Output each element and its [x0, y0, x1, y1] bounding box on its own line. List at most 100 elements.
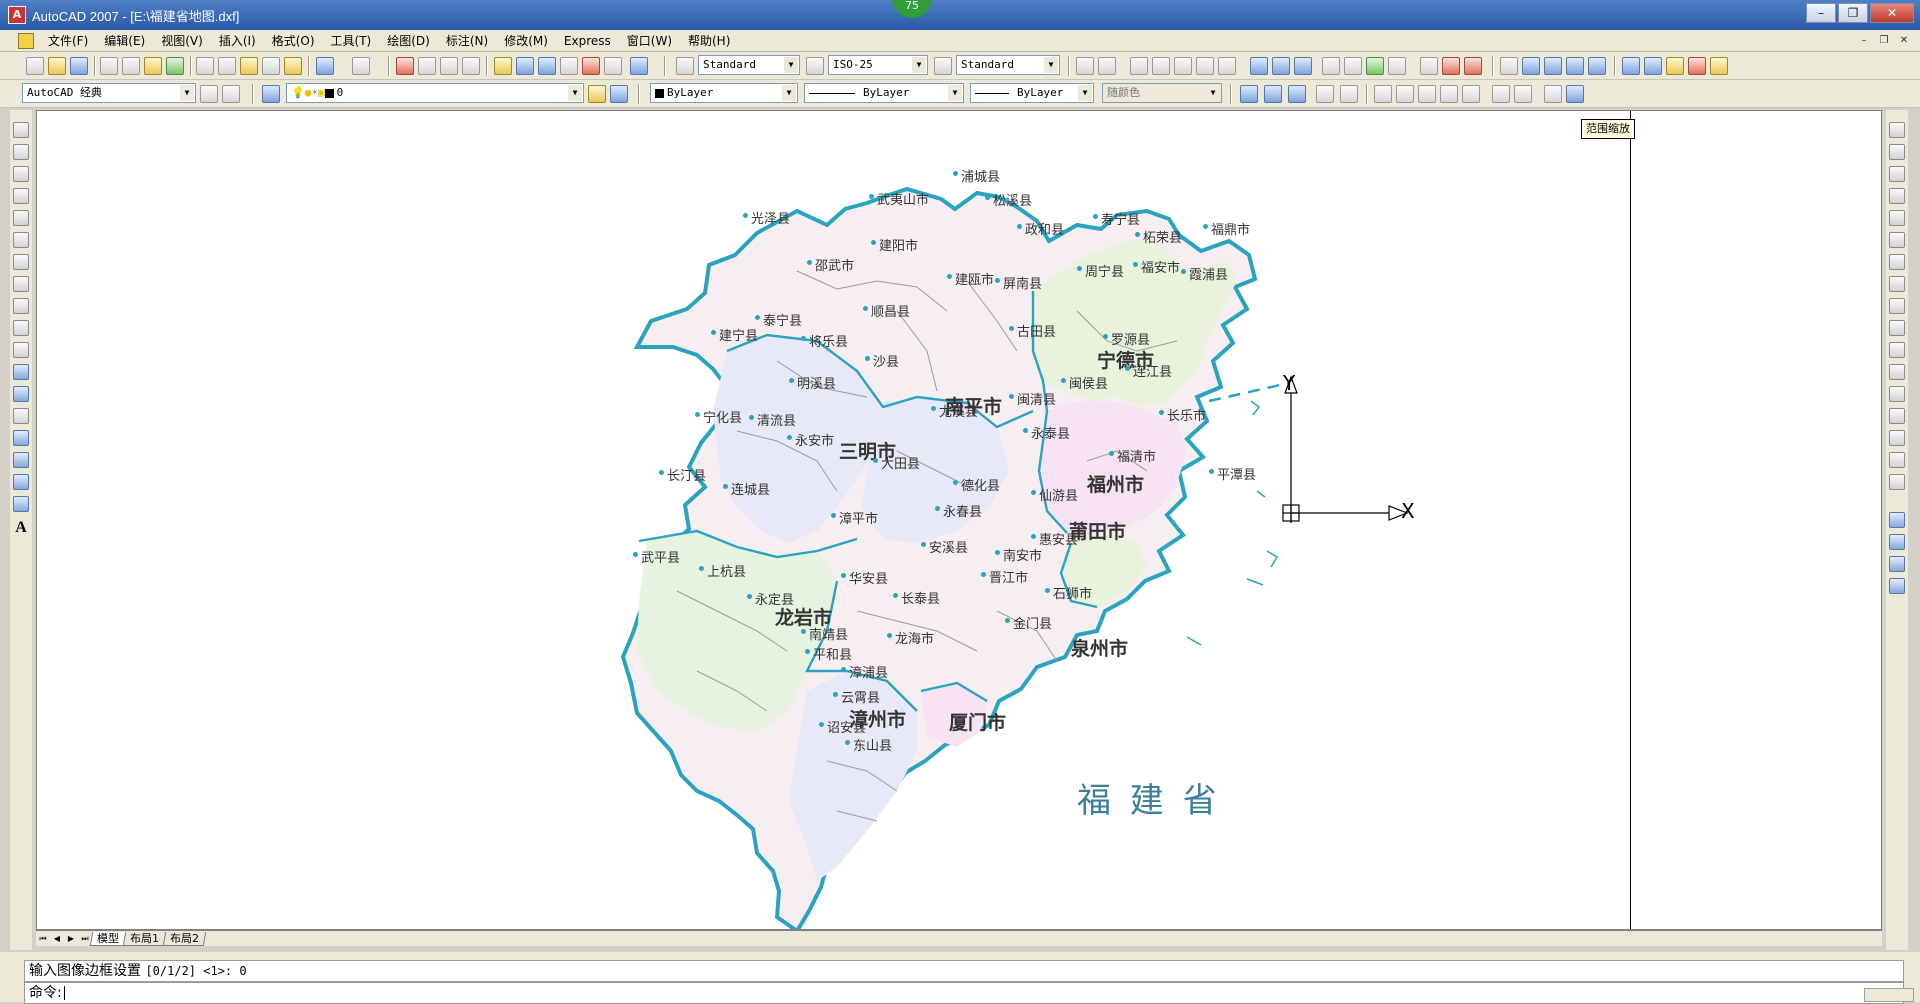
lineweight-select[interactable]: ByLayer ▼: [970, 83, 1094, 103]
point-icon[interactable]: [13, 408, 29, 424]
menu-dimension[interactable]: 标注(N): [438, 30, 496, 52]
scale-icon[interactable]: [1889, 276, 1905, 292]
break-at-point-icon[interactable]: [1889, 364, 1905, 380]
print-preview-icon[interactable]: [122, 57, 140, 75]
make-object-layer-current-icon[interactable]: [588, 85, 606, 103]
linetype-select[interactable]: ByLayer ▼: [804, 83, 964, 103]
construction-line-icon[interactable]: [13, 144, 29, 160]
tab-layout2[interactable]: 布局2: [162, 931, 207, 946]
table-style-select[interactable]: Standard ▼: [956, 55, 1060, 75]
text-style-select[interactable]: Standard ▼: [698, 55, 800, 75]
undo-icon[interactable]: [316, 57, 334, 75]
menu-express[interactable]: Express: [556, 30, 619, 52]
prev-tab-icon[interactable]: ◀: [50, 932, 64, 946]
workspace-select[interactable]: AutoCAD 经典 ▼: [22, 83, 196, 103]
snap-extension-icon[interactable]: [1218, 57, 1236, 75]
make-block-icon[interactable]: [13, 386, 29, 402]
zoom-previous-icon[interactable]: [462, 57, 480, 75]
cut-icon[interactable]: [196, 57, 214, 75]
rectangle-icon[interactable]: [13, 210, 29, 226]
attribute-icon[interactable]: [1710, 57, 1728, 75]
move-icon[interactable]: [1889, 232, 1905, 248]
drawing-canvas[interactable]: 南平市 宁德市 三明市 福州市 莆田市 龙岩市 泉州市 漳州市 厦门市 浦城县 武夷山市 松溪县 光泽…: [36, 110, 1882, 930]
sheet-set-icon[interactable]: [560, 57, 578, 75]
menu-insert[interactable]: 插入(I): [211, 30, 264, 52]
new-icon[interactable]: [26, 57, 44, 75]
trim-icon[interactable]: [1889, 320, 1905, 336]
command-scrollbar[interactable]: [1864, 988, 1914, 1002]
extend-icon[interactable]: [1889, 342, 1905, 358]
chevron-down-icon[interactable]: ▼: [180, 85, 194, 101]
tab-model[interactable]: 模型: [89, 931, 127, 946]
doc-restore-button[interactable]: ❐: [1876, 34, 1892, 48]
table-style-icon[interactable]: [934, 57, 952, 75]
join-icon[interactable]: [1889, 408, 1905, 424]
draw-order-front-icon[interactable]: [1889, 512, 1905, 528]
calculator-icon[interactable]: [604, 57, 622, 75]
layout-icon[interactable]: [1622, 57, 1640, 75]
snap-insert-icon[interactable]: [1366, 57, 1384, 75]
dim-aligned-icon[interactable]: [1098, 57, 1116, 75]
chevron-down-icon[interactable]: ▼: [784, 57, 798, 73]
properties-icon[interactable]: [494, 57, 512, 75]
image-quality-icon[interactable]: [1566, 57, 1584, 75]
draw-order-below-icon[interactable]: [1889, 578, 1905, 594]
arc-icon[interactable]: [13, 232, 29, 248]
redo-icon[interactable]: [352, 57, 370, 75]
chevron-down-icon[interactable]: ▼: [912, 57, 926, 73]
document-icon[interactable]: [18, 32, 34, 49]
chevron-down-icon[interactable]: ▼: [1206, 85, 1220, 101]
chevron-down-icon[interactable]: ▼: [568, 85, 582, 101]
line-icon[interactable]: [13, 122, 29, 138]
table-icon[interactable]: [13, 496, 29, 512]
zoom-window-icon[interactable]: [1374, 85, 1392, 103]
paste-icon[interactable]: [240, 57, 258, 75]
block-editor-icon[interactable]: [284, 57, 302, 75]
menu-file[interactable]: 文件(F): [40, 30, 96, 52]
menu-edit[interactable]: 编辑(E): [96, 30, 153, 52]
menu-modify[interactable]: 修改(M): [496, 30, 556, 52]
dim-style-icon[interactable]: [806, 57, 824, 75]
zoom-object-icon[interactable]: [1462, 85, 1480, 103]
zoom-window-icon[interactable]: [440, 57, 458, 75]
plot-style-select[interactable]: 随颜色 ▼: [1102, 83, 1222, 103]
dim-style-select[interactable]: ISO-25 ▼: [828, 55, 928, 75]
markup-icon[interactable]: [582, 57, 600, 75]
menu-window[interactable]: 窗口(W): [619, 30, 680, 52]
insert-block-icon[interactable]: [13, 364, 29, 380]
wedge-3d-icon[interactable]: [1288, 85, 1306, 103]
workspace-settings-icon[interactable]: [200, 85, 218, 103]
offset-icon[interactable]: [1889, 188, 1905, 204]
snap-center-icon[interactable]: [1250, 57, 1268, 75]
circle-icon[interactable]: [13, 254, 29, 270]
mirror-icon[interactable]: [1889, 166, 1905, 182]
materials-icon[interactable]: [1340, 85, 1358, 103]
menu-draw[interactable]: 绘图(D): [379, 30, 438, 52]
command-input[interactable]: 命令:: [24, 982, 1904, 1004]
ellipse-icon[interactable]: [13, 320, 29, 336]
hatch-icon[interactable]: [13, 430, 29, 446]
notification-badge[interactable]: 75: [892, 0, 932, 18]
save-icon[interactable]: [70, 57, 88, 75]
help-icon[interactable]: [630, 57, 648, 75]
polygon-icon[interactable]: [13, 188, 29, 204]
render-icon[interactable]: [1316, 85, 1334, 103]
match-properties-icon[interactable]: [262, 57, 280, 75]
array-icon[interactable]: [1889, 210, 1905, 226]
draw-order-back-icon[interactable]: [1889, 534, 1905, 550]
menu-format[interactable]: 格式(O): [264, 30, 323, 52]
region-icon[interactable]: [13, 474, 29, 490]
polyline-icon[interactable]: [13, 166, 29, 182]
viewport-icon[interactable]: [1644, 57, 1662, 75]
chevron-down-icon[interactable]: ▼: [948, 85, 962, 101]
revision-cloud-icon[interactable]: [13, 276, 29, 292]
menu-help[interactable]: 帮助(H): [680, 30, 738, 52]
open-icon[interactable]: [48, 57, 66, 75]
snap-endpoint-icon[interactable]: [1130, 57, 1148, 75]
chevron-down-icon[interactable]: ▼: [1078, 85, 1092, 101]
page-setup-icon[interactable]: [1688, 57, 1706, 75]
snap-nearest-icon[interactable]: [1420, 57, 1438, 75]
copy-icon[interactable]: [218, 57, 236, 75]
zoom-in-icon[interactable]: [1492, 85, 1510, 103]
workspace-save-icon[interactable]: [222, 85, 240, 103]
